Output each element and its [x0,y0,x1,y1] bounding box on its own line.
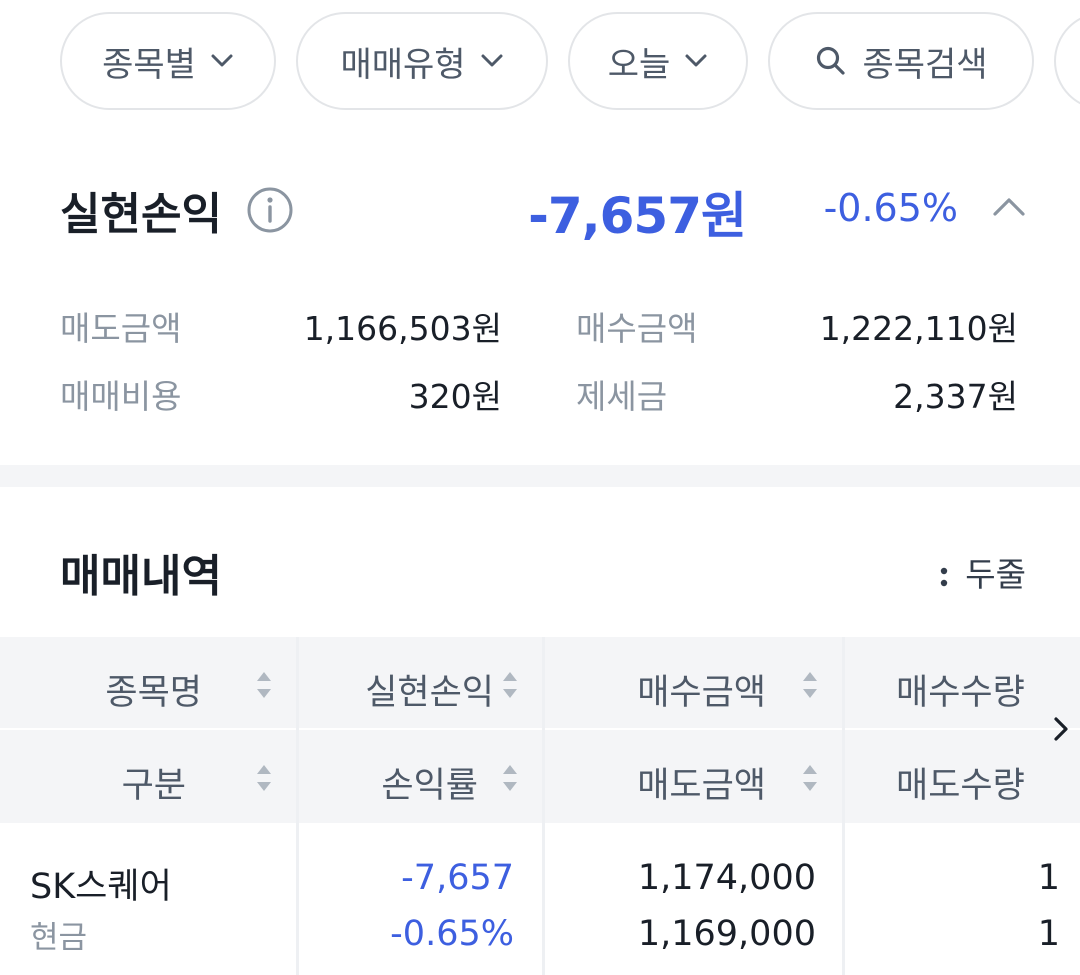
sort-arrows-icon[interactable] [802,668,818,702]
buy-amount-label: 매수금액 [576,309,698,348]
col-header-kind[interactable]: 구분 [122,757,186,808]
row-realized-pl: -7,657 [401,858,514,898]
column-divider [842,637,845,975]
stock-search-chip[interactable]: 종목검색 [768,12,1034,110]
sort-arrows-icon[interactable] [502,761,518,795]
filter-by-stock-chip[interactable]: 종목별 [60,12,276,110]
col-header-realized-pl[interactable]: 실현손익 [365,664,494,715]
row-buy-amount: 1,174,000 [637,858,816,898]
filter-trade-type-chip[interactable]: 매매유형 [296,12,548,110]
col-header-sell-amount[interactable]: 매도금액 [637,757,766,808]
col-header-buy-amount[interactable]: 매수금액 [637,664,766,715]
chevron-up-icon[interactable] [990,194,1028,220]
info-icon[interactable] [246,186,294,234]
sort-arrows-icon[interactable] [256,761,272,795]
sort-arrows-icon[interactable] [502,668,518,702]
col-header-buy-qty[interactable]: 매수수량 [896,664,1025,715]
chevron-down-icon [684,53,708,69]
row-pl-rate: -0.65% [390,914,514,954]
sort-arrows-icon[interactable] [802,761,818,795]
header-row-divider [0,728,1080,730]
row-kind: 현금 [30,920,88,956]
filter-trade-type-label: 매매유형 [340,44,466,85]
sell-amount-label: 매도금액 [60,309,182,348]
row-sell-qty: 1 [1037,914,1060,954]
row-stock-name: SK스퀘어 [30,867,172,907]
filter-period-label: 오늘 [607,44,671,85]
trade-history-title: 매매내역 [60,551,222,602]
row-sell-amount: 1,169,000 [637,914,816,954]
realized-profit-rate: -0.65% [823,186,958,230]
trade-cost-value: 320원 [408,377,502,416]
sell-amount-value: 1,166,503원 [303,309,502,348]
more-filter-chip[interactable] [1054,12,1080,110]
row-buy-qty: 1 [1037,858,1060,898]
realized-profit-amount: -7,657원 [528,187,747,245]
filter-bar: 종목별 매매유형 오늘 종목검색 [60,12,1080,112]
two-line-view-toggle[interactable]: 두줄 [939,548,1026,596]
tax-label: 제세금 [576,377,668,416]
col-header-pl-rate[interactable]: 손익률 [381,757,478,808]
col-header-sell-qty[interactable]: 매도수량 [896,757,1025,808]
stock-search-label: 종목검색 [862,44,988,85]
vertical-dots-icon [939,559,949,587]
chevron-right-icon[interactable] [1050,712,1072,746]
filter-by-stock-label: 종목별 [102,44,196,85]
column-divider [296,637,299,975]
chevron-down-icon [210,53,234,69]
trade-cost-label: 매매비용 [60,377,182,416]
section-divider [0,465,1080,487]
chevron-down-icon [480,53,504,69]
search-icon [814,44,848,78]
filter-period-chip[interactable]: 오늘 [568,12,748,110]
col-header-stock-name[interactable]: 종목명 [105,664,202,715]
two-line-view-label: 두줄 [965,555,1026,594]
realized-profit-screen: 종목별 매매유형 오늘 종목검색 실현손익 -7,657원 -0.65% 매도금… [0,0,1080,975]
tax-value: 2,337원 [893,377,1018,416]
buy-amount-value: 1,222,110원 [819,309,1018,348]
realized-profit-title: 실현손익 [60,189,222,240]
sort-arrows-icon[interactable] [256,668,272,702]
column-divider [542,637,545,975]
